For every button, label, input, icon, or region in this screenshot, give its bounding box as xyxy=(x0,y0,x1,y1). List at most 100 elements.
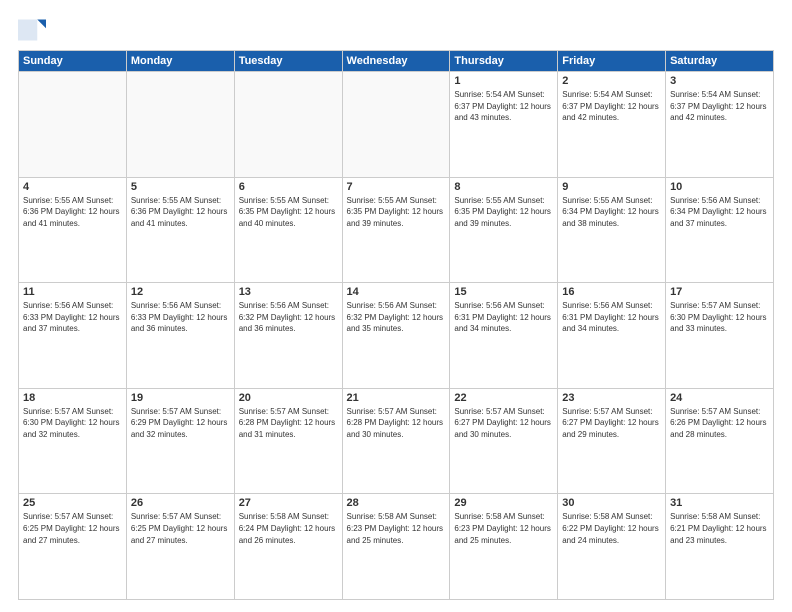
calendar-cell: 8 Sunrise: 5:55 AM Sunset: 6:35 PM Daylig… xyxy=(450,177,558,283)
day-number: 21 xyxy=(347,392,446,404)
logo xyxy=(18,16,50,44)
day-number: 15 xyxy=(454,286,553,298)
calendar-header: SundayMondayTuesdayWednesdayThursdayFrid… xyxy=(19,51,774,72)
day-number: 6 xyxy=(239,181,338,193)
calendar-cell: 7Sunrise: 5:55 AM Sunset: 6:35 PM Daylig… xyxy=(342,177,450,283)
calendar-cell: 25 Sunrise: 5:57 AM Sunset: 6:25 PM Dayli… xyxy=(19,494,127,600)
calendar-cell: 14 Sunrise: 5:56 AM Sunset: 6:32 PM Dayli… xyxy=(342,283,450,389)
calendar-table: SundayMondayTuesdayWednesdayThursdayFrid… xyxy=(18,50,774,600)
day-number: 19 xyxy=(131,392,230,404)
day-info: Sunrise: 5:54 AM Sunset: 6:37 PM Dayligh… xyxy=(670,89,769,124)
calendar-cell: 31Sunrise: 5:58 AM Sunset: 6:21 PM Dayli… xyxy=(666,494,774,600)
calendar-cell xyxy=(342,72,450,178)
day-info: Sunrise: 5:56 AM Sunset: 6:31 PM Dayligh… xyxy=(562,300,661,335)
day-info: Sunrise: 5:56 AM Sunset: 6:33 PM Dayligh… xyxy=(23,300,122,335)
calendar-cell: 4 Sunrise: 5:55 AM Sunset: 6:36 PM Daylig… xyxy=(19,177,127,283)
calendar-week-5: 25 Sunrise: 5:57 AM Sunset: 6:25 PM Dayli… xyxy=(19,494,774,600)
day-info: Sunrise: 5:55 AM Sunset: 6:36 PM Dayligh… xyxy=(131,195,230,230)
day-number: 13 xyxy=(239,286,338,298)
day-info: Sunrise: 5:54 AM Sunset: 6:37 PM Dayligh… xyxy=(562,89,661,124)
day-info: Sunrise: 5:55 AM Sunset: 6:34 PM Dayligh… xyxy=(562,195,661,230)
day-number: 12 xyxy=(131,286,230,298)
calendar-cell: 26 Sunrise: 5:57 AM Sunset: 6:25 PM Dayli… xyxy=(126,494,234,600)
calendar-cell: 13 Sunrise: 5:56 AM Sunset: 6:32 PM Dayli… xyxy=(234,283,342,389)
calendar-cell: 15 Sunrise: 5:56 AM Sunset: 6:31 PM Dayli… xyxy=(450,283,558,389)
weekday-header-tuesday: Tuesday xyxy=(234,51,342,72)
day-info: Sunrise: 5:57 AM Sunset: 6:25 PM Dayligh… xyxy=(23,511,122,546)
day-number: 9 xyxy=(562,181,661,193)
day-number: 18 xyxy=(23,392,122,404)
day-number: 10 xyxy=(670,181,769,193)
day-number: 2 xyxy=(562,75,661,87)
calendar-cell: 22 Sunrise: 5:57 AM Sunset: 6:27 PM Dayli… xyxy=(450,388,558,494)
day-number: 20 xyxy=(239,392,338,404)
day-number: 3 xyxy=(670,75,769,87)
day-info: Sunrise: 5:57 AM Sunset: 6:28 PM Dayligh… xyxy=(347,406,446,441)
day-info: Sunrise: 5:57 AM Sunset: 6:26 PM Dayligh… xyxy=(670,406,769,441)
calendar-cell: 27Sunrise: 5:58 AM Sunset: 6:24 PM Dayli… xyxy=(234,494,342,600)
day-number: 1 xyxy=(454,75,553,87)
day-info: Sunrise: 5:58 AM Sunset: 6:24 PM Dayligh… xyxy=(239,511,338,546)
day-number: 4 xyxy=(23,181,122,193)
calendar-cell: 1 Sunrise: 5:54 AM Sunset: 6:37 PM Daylig… xyxy=(450,72,558,178)
weekday-header-friday: Friday xyxy=(558,51,666,72)
day-info: Sunrise: 5:55 AM Sunset: 6:35 PM Dayligh… xyxy=(239,195,338,230)
calendar-cell: 3 Sunrise: 5:54 AM Sunset: 6:37 PM Daylig… xyxy=(666,72,774,178)
calendar-cell: 12 Sunrise: 5:56 AM Sunset: 6:33 PM Dayli… xyxy=(126,283,234,389)
calendar-body: 1 Sunrise: 5:54 AM Sunset: 6:37 PM Daylig… xyxy=(19,72,774,600)
page: SundayMondayTuesdayWednesdayThursdayFrid… xyxy=(0,0,792,612)
day-info: Sunrise: 5:57 AM Sunset: 6:28 PM Dayligh… xyxy=(239,406,338,441)
calendar-cell: 6 Sunrise: 5:55 AM Sunset: 6:35 PM Daylig… xyxy=(234,177,342,283)
day-number: 28 xyxy=(347,497,446,509)
calendar-cell: 29 Sunrise: 5:58 AM Sunset: 6:23 PM Dayli… xyxy=(450,494,558,600)
day-info: Sunrise: 5:58 AM Sunset: 6:23 PM Dayligh… xyxy=(347,511,446,546)
calendar-cell: 5 Sunrise: 5:55 AM Sunset: 6:36 PM Daylig… xyxy=(126,177,234,283)
calendar-week-3: 11 Sunrise: 5:56 AM Sunset: 6:33 PM Dayli… xyxy=(19,283,774,389)
day-number: 30 xyxy=(562,497,661,509)
day-info: Sunrise: 5:58 AM Sunset: 6:23 PM Dayligh… xyxy=(454,511,553,546)
calendar-cell: 17Sunrise: 5:57 AM Sunset: 6:30 PM Dayli… xyxy=(666,283,774,389)
day-info: Sunrise: 5:55 AM Sunset: 6:35 PM Dayligh… xyxy=(454,195,553,230)
day-number: 29 xyxy=(454,497,553,509)
day-info: Sunrise: 5:56 AM Sunset: 6:31 PM Dayligh… xyxy=(454,300,553,335)
day-info: Sunrise: 5:57 AM Sunset: 6:29 PM Dayligh… xyxy=(131,406,230,441)
calendar-cell: 30Sunrise: 5:58 AM Sunset: 6:22 PM Dayli… xyxy=(558,494,666,600)
day-number: 17 xyxy=(670,286,769,298)
calendar-cell: 9 Sunrise: 5:55 AM Sunset: 6:34 PM Daylig… xyxy=(558,177,666,283)
calendar-cell xyxy=(126,72,234,178)
day-number: 26 xyxy=(131,497,230,509)
day-number: 5 xyxy=(131,181,230,193)
day-info: Sunrise: 5:56 AM Sunset: 6:32 PM Dayligh… xyxy=(239,300,338,335)
day-info: Sunrise: 5:56 AM Sunset: 6:33 PM Dayligh… xyxy=(131,300,230,335)
calendar-cell: 19 Sunrise: 5:57 AM Sunset: 6:29 PM Dayli… xyxy=(126,388,234,494)
day-number: 14 xyxy=(347,286,446,298)
weekday-header-thursday: Thursday xyxy=(450,51,558,72)
calendar-cell xyxy=(19,72,127,178)
day-number: 16 xyxy=(562,286,661,298)
day-number: 23 xyxy=(562,392,661,404)
day-number: 22 xyxy=(454,392,553,404)
calendar-cell: 2 Sunrise: 5:54 AM Sunset: 6:37 PM Daylig… xyxy=(558,72,666,178)
calendar-week-4: 18 Sunrise: 5:57 AM Sunset: 6:30 PM Dayli… xyxy=(19,388,774,494)
calendar-cell: 24 Sunrise: 5:57 AM Sunset: 6:26 PM Dayli… xyxy=(666,388,774,494)
day-number: 25 xyxy=(23,497,122,509)
day-info: Sunrise: 5:57 AM Sunset: 6:27 PM Dayligh… xyxy=(454,406,553,441)
day-info: Sunrise: 5:55 AM Sunset: 6:36 PM Dayligh… xyxy=(23,195,122,230)
day-number: 24 xyxy=(670,392,769,404)
logo-icon xyxy=(18,16,46,44)
day-info: Sunrise: 5:57 AM Sunset: 6:30 PM Dayligh… xyxy=(23,406,122,441)
weekday-header-sunday: Sunday xyxy=(19,51,127,72)
header-area xyxy=(18,16,774,44)
day-info: Sunrise: 5:56 AM Sunset: 6:32 PM Dayligh… xyxy=(347,300,446,335)
day-number: 7 xyxy=(347,181,446,193)
calendar-week-1: 1 Sunrise: 5:54 AM Sunset: 6:37 PM Daylig… xyxy=(19,72,774,178)
day-number: 11 xyxy=(23,286,122,298)
day-info: Sunrise: 5:56 AM Sunset: 6:34 PM Dayligh… xyxy=(670,195,769,230)
calendar-cell: 28 Sunrise: 5:58 AM Sunset: 6:23 PM Dayli… xyxy=(342,494,450,600)
header-row: SundayMondayTuesdayWednesdayThursdayFrid… xyxy=(19,51,774,72)
day-number: 8 xyxy=(454,181,553,193)
weekday-header-monday: Monday xyxy=(126,51,234,72)
day-info: Sunrise: 5:54 AM Sunset: 6:37 PM Dayligh… xyxy=(454,89,553,124)
day-info: Sunrise: 5:57 AM Sunset: 6:25 PM Dayligh… xyxy=(131,511,230,546)
calendar-cell: 11 Sunrise: 5:56 AM Sunset: 6:33 PM Dayli… xyxy=(19,283,127,389)
